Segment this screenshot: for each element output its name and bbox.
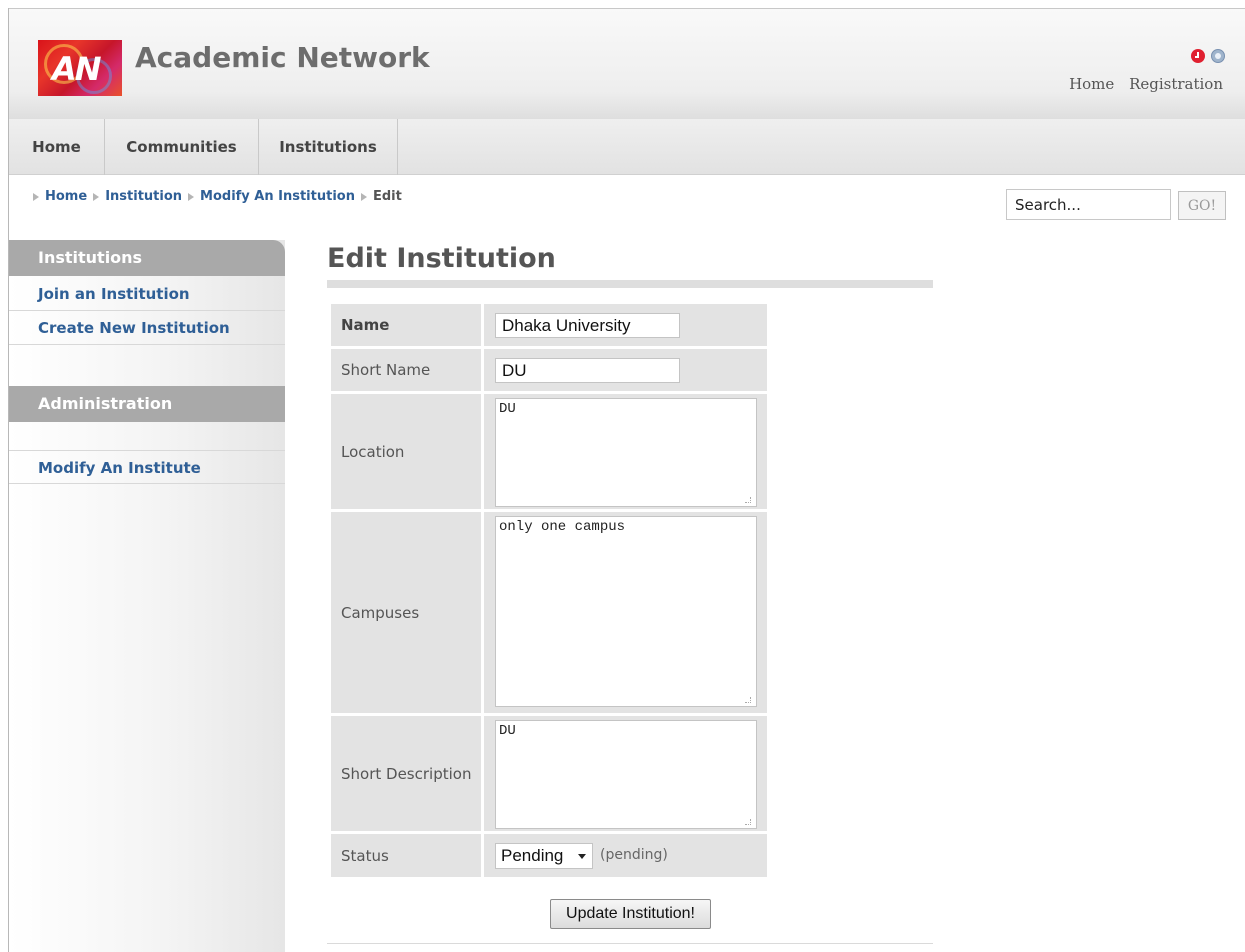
breadcrumb-current: Edit bbox=[372, 189, 402, 204]
top-link-registration[interactable]: Registration bbox=[1129, 75, 1223, 93]
status-select[interactable]: Pending bbox=[495, 843, 593, 869]
clock-icon[interactable] bbox=[1191, 49, 1205, 63]
resize-grip-icon[interactable] bbox=[745, 819, 751, 825]
form-row-location: Location DU bbox=[331, 394, 767, 509]
campuses-label: Campuses bbox=[331, 512, 481, 713]
name-cell: Dhaka University bbox=[484, 304, 767, 346]
page-title: Edit Institution bbox=[327, 243, 556, 274]
sidebar-header-institutions: Institutions bbox=[9, 240, 285, 276]
nav-tab-communities[interactable]: Communities bbox=[105, 119, 259, 175]
nav-tab-home[interactable]: Home bbox=[9, 119, 105, 175]
form-row-campuses: Campuses only one campus bbox=[331, 512, 767, 713]
location-cell: DU bbox=[484, 394, 767, 509]
form-row-name: Name Dhaka University bbox=[331, 304, 767, 346]
status-cell: Pending (pending) bbox=[484, 834, 767, 877]
sidebar-item-join-institution[interactable]: Join an Institution bbox=[9, 277, 285, 311]
form-row-short-description: Short Description DU bbox=[331, 716, 767, 831]
campuses-textarea[interactable]: only one campus bbox=[495, 516, 757, 707]
campuses-value: only one campus bbox=[499, 519, 626, 535]
breadcrumb-modify-institution[interactable]: Modify An Institution bbox=[200, 189, 355, 204]
sidebar: Institutions Join an Institution Create … bbox=[9, 240, 285, 952]
breadcrumb-arrow-icon bbox=[360, 192, 367, 201]
breadcrumb-arrow-icon bbox=[93, 192, 100, 201]
breadcrumb-arrow-icon bbox=[33, 192, 39, 201]
bottom-divider bbox=[327, 943, 933, 944]
location-value: DU bbox=[499, 401, 516, 417]
location-textarea[interactable]: DU bbox=[495, 398, 757, 507]
globe-icon[interactable] bbox=[1211, 49, 1225, 63]
short-name-field[interactable]: DU bbox=[495, 358, 680, 383]
header-icons bbox=[1191, 49, 1225, 63]
search-go-button[interactable]: GO! bbox=[1178, 191, 1226, 220]
site-title: Academic Network bbox=[135, 41, 430, 74]
top-link-home[interactable]: Home bbox=[1069, 75, 1114, 93]
status-label: Status bbox=[331, 834, 481, 877]
sidebar-header-administration: Administration bbox=[9, 386, 285, 422]
sidebar-item-modify-institute[interactable]: Modify An Institute bbox=[9, 450, 285, 484]
status-selected-value: Pending bbox=[501, 846, 564, 865]
chevron-down-icon bbox=[578, 854, 586, 859]
location-label: Location bbox=[331, 394, 481, 509]
form-row-short-name: Short Name DU bbox=[331, 349, 767, 391]
short-description-textarea[interactable]: DU bbox=[495, 720, 757, 829]
nav-tab-institutions[interactable]: Institutions bbox=[259, 119, 398, 175]
breadcrumb-institution[interactable]: Institution bbox=[105, 189, 182, 204]
breadcrumb-arrow-icon bbox=[188, 192, 195, 201]
page: AN Academic Network Home Registration Ho… bbox=[0, 0, 1245, 952]
search-input[interactable] bbox=[1006, 189, 1171, 220]
breadcrumb-home[interactable]: Home bbox=[45, 189, 87, 204]
update-institution-button[interactable]: Update Institution! bbox=[550, 899, 711, 929]
short-description-cell: DU bbox=[484, 716, 767, 831]
site-logo[interactable]: AN bbox=[38, 40, 122, 96]
title-divider bbox=[327, 280, 933, 288]
short-description-value: DU bbox=[499, 723, 516, 739]
site-header: AN Academic Network Home Registration bbox=[9, 9, 1245, 119]
resize-grip-icon[interactable] bbox=[745, 697, 751, 703]
short-name-cell: DU bbox=[484, 349, 767, 391]
breadcrumb: Home Institution Modify An Institution E… bbox=[29, 189, 402, 204]
name-label: Name bbox=[331, 304, 481, 346]
name-field[interactable]: Dhaka University bbox=[495, 313, 680, 338]
logo-text: AN bbox=[52, 50, 102, 88]
top-links: Home Registration bbox=[1059, 75, 1223, 93]
resize-grip-icon[interactable] bbox=[745, 497, 751, 503]
short-name-label: Short Name bbox=[331, 349, 481, 391]
sidebar-item-create-institution[interactable]: Create New Institution bbox=[9, 311, 285, 345]
status-note: (pending) bbox=[600, 847, 668, 863]
campuses-cell: only one campus bbox=[484, 512, 767, 713]
main-nav: Home Communities Institutions bbox=[9, 119, 1245, 175]
short-description-label: Short Description bbox=[331, 716, 481, 831]
form-row-status: Status Pending (pending) bbox=[331, 834, 767, 877]
